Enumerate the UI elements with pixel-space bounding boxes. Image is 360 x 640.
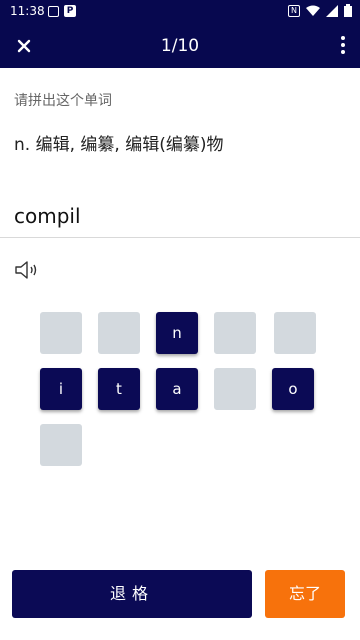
status-bar: 11:38 P N	[0, 0, 360, 24]
more-vert-icon[interactable]	[336, 34, 350, 58]
typed-word: compil	[14, 204, 81, 228]
letter-tile[interactable]	[214, 368, 256, 410]
parking-notification-icon: P	[64, 5, 76, 17]
status-icons: N	[288, 4, 352, 17]
letter-tile[interactable]	[214, 312, 256, 354]
signal-icon	[326, 4, 338, 17]
status-time: 11:38	[10, 4, 45, 18]
forgot-button[interactable]: 忘了	[265, 570, 345, 618]
progress-title: 1/10	[160, 36, 200, 56]
letter-tile[interactable]: a	[156, 368, 198, 410]
backspace-button[interactable]: 退格	[12, 570, 252, 618]
letter-tile[interactable]: o	[272, 368, 314, 410]
app-bar: 1/10	[0, 24, 360, 68]
wifi-icon	[306, 5, 320, 16]
answer-field[interactable]: compil	[0, 200, 360, 238]
battery-icon	[344, 4, 352, 17]
letter-tile[interactable]: n	[156, 312, 198, 354]
letter-tile[interactable]	[40, 424, 82, 466]
letter-tile[interactable]: t	[98, 368, 140, 410]
word-definition: n. 编辑, 编纂, 编辑(编纂)物	[14, 135, 224, 155]
spell-prompt: 请拼出这个单词	[14, 93, 112, 109]
letter-tile[interactable]: i	[40, 368, 82, 410]
letter-tile[interactable]	[274, 312, 316, 354]
letter-tile[interactable]	[40, 312, 82, 354]
nfc-icon: N	[288, 4, 300, 17]
speaker-icon[interactable]	[14, 258, 46, 282]
letter-tile[interactable]	[98, 312, 140, 354]
image-notification-icon	[48, 6, 59, 17]
